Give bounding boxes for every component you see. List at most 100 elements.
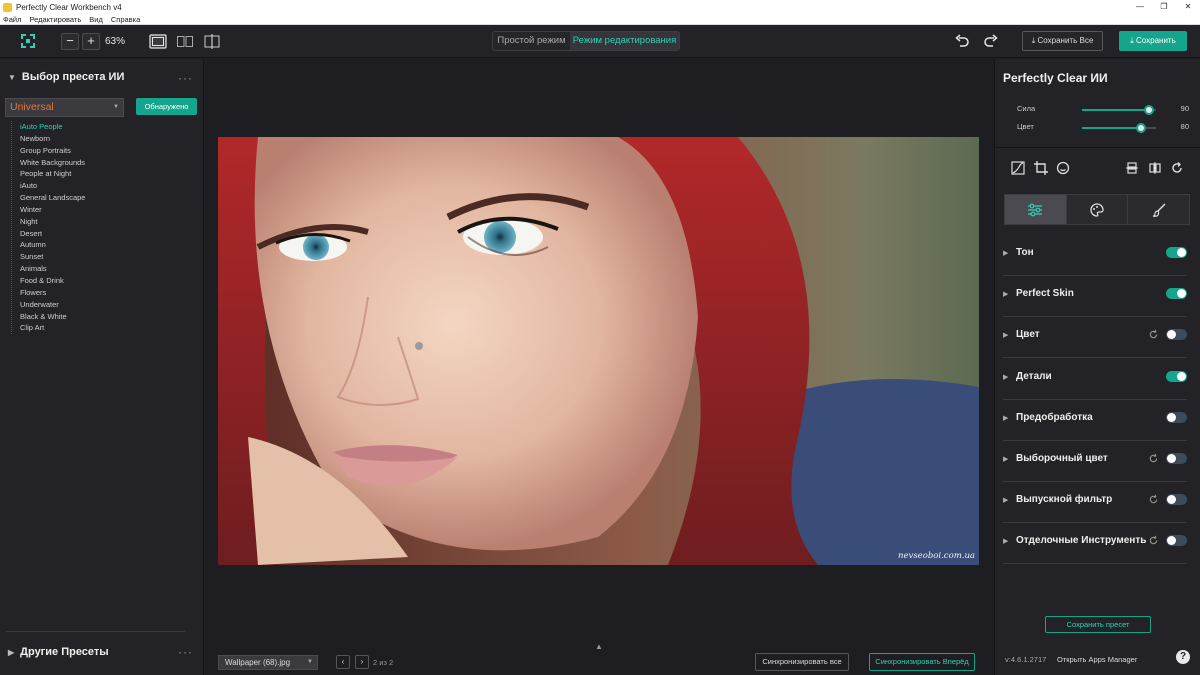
preset-item[interactable]: Animals	[20, 263, 85, 275]
adjustment-section[interactable]: ▶ Perfect Skin	[1003, 276, 1187, 318]
split-view-icon[interactable]	[203, 34, 221, 49]
expand-triangle-icon[interactable]: ▶	[1003, 373, 1008, 381]
reset-icon[interactable]	[1148, 453, 1159, 464]
color-track[interactable]	[1082, 123, 1156, 133]
single-view-icon[interactable]	[149, 34, 167, 49]
edit-mode-tab[interactable]: Режим редактирования	[570, 32, 679, 50]
section-toggle[interactable]	[1166, 247, 1187, 258]
flip-horizontal-icon[interactable]	[1148, 161, 1162, 175]
save-preset-button[interactable]: Сохранить пресет	[1045, 616, 1151, 633]
section-toggle[interactable]	[1166, 453, 1187, 464]
adjustment-section[interactable]: ▶ Выборочный цвет	[1003, 441, 1187, 482]
section-toggle[interactable]	[1166, 329, 1187, 341]
ai-preset-header[interactable]: ▼ Выбор пресета ИИ	[8, 71, 124, 83]
expand-triangle-icon[interactable]: ▶	[1003, 496, 1008, 504]
toggle-knob	[1167, 536, 1176, 546]
crop-icon[interactable]	[1034, 161, 1048, 175]
section-toggle[interactable]	[1166, 288, 1187, 300]
rotate-icon[interactable]	[1170, 161, 1184, 175]
preset-item[interactable]: White Backgrounds	[20, 157, 85, 169]
preset-item[interactable]: Desert	[20, 228, 85, 240]
next-image-button[interactable]: ›	[355, 655, 369, 669]
adjustment-section[interactable]: ▶ Детали	[1003, 359, 1187, 400]
preset-item[interactable]: Winter	[20, 204, 85, 216]
preset-item[interactable]: Newborn	[20, 133, 85, 145]
section-toggle[interactable]	[1166, 535, 1187, 547]
save-button[interactable]: ⤓ Сохранить	[1119, 31, 1187, 51]
maximize-button[interactable]: ❐	[1152, 0, 1176, 14]
file-name: Wallpaper (68).jpg	[225, 658, 291, 667]
expand-triangle-icon[interactable]: ▶	[1003, 290, 1008, 298]
strength-track[interactable]	[1082, 105, 1156, 115]
save-all-button[interactable]: ⤓ Сохранить Все	[1022, 31, 1103, 51]
more-options-icon[interactable]: ···	[178, 71, 193, 85]
divider	[6, 631, 185, 632]
zoom-out-button[interactable]: −	[61, 33, 79, 50]
preset-item[interactable]: Underwater	[20, 299, 85, 311]
prev-image-button[interactable]: ‹	[336, 655, 350, 669]
preset-item[interactable]: Flowers	[20, 287, 85, 299]
minimize-button[interactable]: —	[1128, 0, 1152, 14]
adjustment-section[interactable]: ▶ Выпускной фильтр	[1003, 482, 1187, 524]
preset-item[interactable]: Sunset	[20, 251, 85, 263]
section-toggle[interactable]	[1166, 494, 1187, 506]
preset-item[interactable]: Autumn	[20, 239, 85, 251]
preset-category-select[interactable]: Universal ▼	[5, 98, 124, 117]
watermark-text: nevseoboi.com.ua	[898, 551, 975, 561]
menu-file[interactable]: Файл	[3, 15, 21, 24]
reset-icon[interactable]	[1148, 329, 1159, 340]
reset-icon[interactable]	[1148, 535, 1159, 546]
app-logo-icon[interactable]	[21, 34, 35, 48]
undo-icon[interactable]	[954, 34, 970, 50]
adjustment-section[interactable]: ▶ Тон	[1003, 235, 1187, 276]
simple-mode-tab[interactable]: Простой режим	[493, 32, 570, 50]
help-icon[interactable]: ?	[1176, 650, 1190, 664]
menu-help[interactable]: Справка	[111, 15, 140, 24]
sync-forward-button[interactable]: Синхронизировать Вперёд	[869, 653, 975, 671]
menu-edit[interactable]: Редактировать	[29, 15, 81, 24]
portrait-photo[interactable]: nevseoboi.com.ua	[218, 137, 979, 565]
sync-all-button[interactable]: Синхронизировать все	[755, 653, 849, 671]
curves-icon[interactable]	[1011, 161, 1025, 175]
apps-manager-link[interactable]: Открыть Apps Manager	[1057, 655, 1137, 664]
expand-filmstrip-icon[interactable]: ▲	[595, 642, 603, 651]
expand-triangle-icon[interactable]: ▶	[1003, 455, 1008, 463]
adjustment-section[interactable]: ▶ Цвет	[1003, 317, 1187, 359]
adjustment-section[interactable]: ▶ Отделочные Инструменты	[1003, 523, 1187, 565]
preset-item[interactable]: Group Portraits	[20, 145, 85, 157]
adjustment-section[interactable]: ▶ Предобработка	[1003, 400, 1187, 441]
preset-item[interactable]: General Landscape	[20, 192, 85, 204]
redo-icon[interactable]	[983, 34, 999, 50]
tab-retouch[interactable]	[1128, 195, 1190, 224]
preset-item[interactable]: People at Night	[20, 168, 85, 180]
other-presets-header[interactable]: ▶ Другие Пресеты	[8, 646, 109, 658]
menu-view[interactable]: Вид	[89, 15, 103, 24]
section-toggle[interactable]	[1166, 411, 1187, 423]
face-icon[interactable]	[1056, 161, 1070, 175]
side-by-side-view-icon[interactable]	[176, 34, 194, 49]
preset-item[interactable]: Food & Drink	[20, 275, 85, 287]
color-knob[interactable]	[1136, 123, 1147, 133]
section-toggle[interactable]	[1166, 370, 1187, 382]
expand-triangle-icon[interactable]: ▶	[1003, 249, 1008, 257]
strength-knob[interactable]	[1143, 105, 1154, 115]
tab-adjustments[interactable]	[1005, 195, 1067, 224]
tab-effects[interactable]	[1066, 195, 1129, 224]
preset-item[interactable]: Black & White	[20, 311, 85, 323]
expand-triangle-icon[interactable]: ▶	[1003, 414, 1008, 422]
preset-item[interactable]: Clip Art	[20, 322, 85, 334]
palette-icon	[1090, 202, 1104, 217]
preset-item[interactable]: Night	[20, 216, 85, 228]
expand-triangle-icon[interactable]: ▶	[1003, 537, 1008, 545]
file-select[interactable]: Wallpaper (68).jpg ▼	[218, 655, 318, 670]
close-button[interactable]: ✕	[1176, 0, 1200, 14]
preset-item[interactable]: iAuto People	[20, 121, 85, 133]
reset-icon[interactable]	[1148, 494, 1159, 505]
section-name: Выпускной фильтр	[1016, 494, 1113, 506]
preset-item[interactable]: iAuto	[20, 180, 85, 192]
more-options-icon[interactable]: ···	[178, 645, 193, 659]
expand-triangle-icon[interactable]: ▶	[1003, 331, 1008, 339]
detected-button[interactable]: Обнаружено	[136, 98, 197, 115]
zoom-in-button[interactable]: +	[82, 33, 100, 50]
flip-vertical-icon[interactable]	[1125, 161, 1139, 175]
